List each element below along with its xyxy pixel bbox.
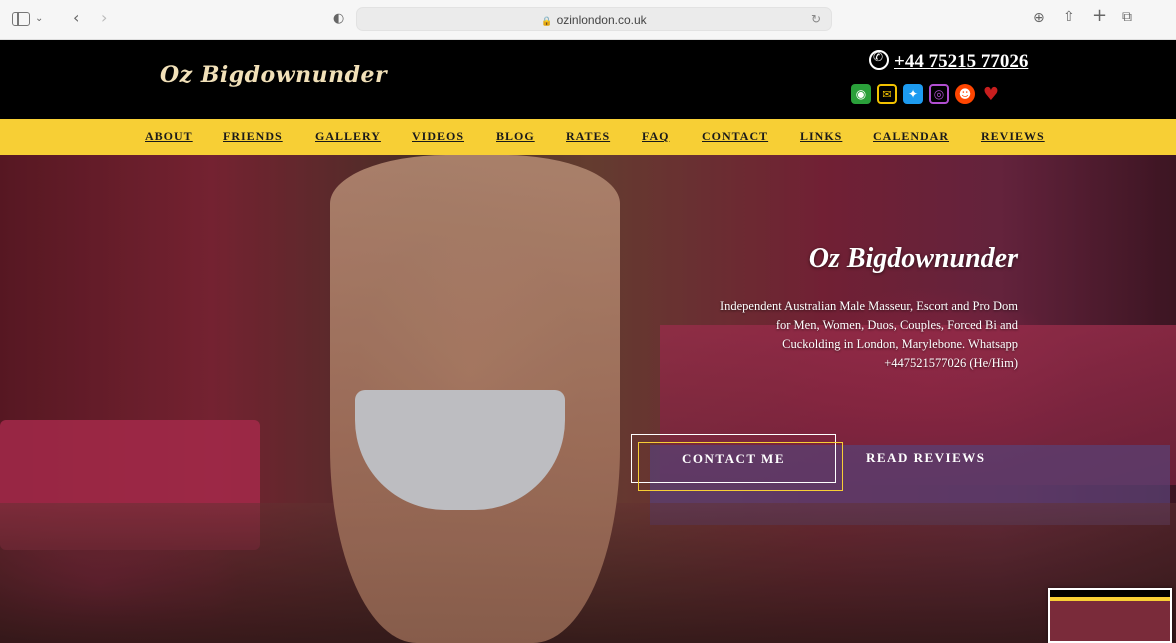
reload-icon[interactable]: ↻: [811, 12, 821, 26]
hero-overlay: [0, 155, 1176, 643]
lock-icon: 🔒: [541, 16, 553, 26]
back-icon[interactable]: ‹: [73, 10, 79, 26]
nav-links[interactable]: LINKS: [800, 129, 842, 144]
nav-faq[interactable]: FAQ: [642, 129, 669, 144]
download-icon[interactable]: ⊕: [1033, 10, 1045, 26]
contact-me-button[interactable]: CONTACT ME: [631, 434, 843, 491]
nav-reviews[interactable]: REVIEWS: [981, 129, 1045, 144]
privacy-shield-icon[interactable]: ◐: [333, 11, 344, 27]
browser-toolbar: ⌄ ‹ › ◐ 🔒 ozinlondon.co.uk ↻ ⊕ ⇧ + ⧉: [0, 0, 1176, 40]
nav-friends[interactable]: FRIENDS: [223, 129, 283, 144]
nav-contact[interactable]: CONTACT: [702, 129, 768, 144]
forward-icon[interactable]: ›: [101, 10, 107, 26]
main-nav: ABOUT FRIENDS GALLERY VIDEOS BLOG RATES …: [0, 119, 1176, 155]
tab-overview-icon[interactable]: ⧉: [1122, 9, 1132, 25]
sidebar-toggle-icon[interactable]: [12, 12, 30, 26]
contact-me-label: CONTACT ME: [682, 451, 785, 466]
chevron-down-icon[interactable]: ⌄: [35, 11, 43, 27]
whatsapp-icon: [869, 50, 889, 70]
new-tab-icon[interactable]: +: [1092, 7, 1107, 25]
devil-icon[interactable]: ♥: [981, 84, 1001, 105]
mail-icon[interactable]: ✉: [877, 84, 897, 104]
page-thumbnail-preview[interactable]: [1048, 588, 1172, 643]
address-bar[interactable]: 🔒 ozinlondon.co.uk ↻: [356, 7, 832, 31]
instagram-icon[interactable]: ◎: [929, 84, 949, 104]
rss-icon[interactable]: ◉: [851, 84, 871, 104]
share-icon[interactable]: ⇧: [1063, 9, 1075, 25]
nav-blog[interactable]: BLOG: [496, 129, 535, 144]
hero-section: Oz Bigdownunder Independent Australian M…: [0, 155, 1176, 643]
read-reviews-button[interactable]: READ REVIEWS: [866, 450, 986, 466]
hero-title: Oz Bigdownunder: [808, 243, 1018, 274]
hero-description: Independent Australian Male Masseur, Esc…: [719, 299, 1018, 370]
site-logo[interactable]: Oz Bigdownunder: [160, 62, 387, 88]
social-links: ◉ ✉ ✦ ◎ ☻ ♥: [851, 84, 1001, 105]
nav-calendar[interactable]: CALENDAR: [873, 129, 949, 144]
twitter-icon[interactable]: ✦: [903, 84, 923, 104]
url-text: ozinlondon.co.uk: [556, 13, 647, 27]
site-header: Oz Bigdownunder +44 75215 77026 ◉ ✉ ✦ ◎ …: [0, 40, 1176, 119]
nav-gallery[interactable]: GALLERY: [315, 129, 381, 144]
reddit-icon[interactable]: ☻: [955, 84, 975, 104]
phone-link[interactable]: +44 75215 77026: [869, 50, 1028, 73]
nav-videos[interactable]: VIDEOS: [412, 129, 464, 144]
nav-about[interactable]: ABOUT: [145, 129, 193, 144]
nav-rates[interactable]: RATES: [566, 129, 610, 144]
phone-number[interactable]: +44 75215 77026: [894, 51, 1028, 72]
